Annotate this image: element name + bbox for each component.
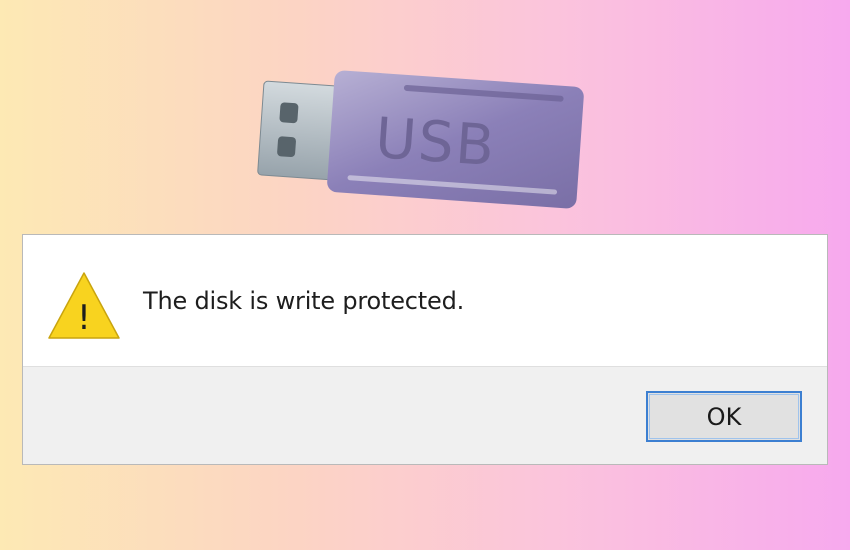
usb-drive-illustration: USB	[257, 70, 584, 209]
usb-label: USB	[373, 106, 498, 179]
svg-text:!: !	[77, 298, 91, 338]
dialog-footer: OK	[23, 366, 827, 464]
usb-body: USB	[327, 70, 584, 209]
dialog-message: The disk is write protected.	[143, 287, 465, 315]
dialog-content: ! The disk is write protected.	[23, 235, 827, 366]
write-protected-dialog: ! The disk is write protected. OK	[22, 234, 828, 465]
ok-button[interactable]: OK	[646, 391, 802, 442]
warning-icon: !	[48, 272, 120, 339]
